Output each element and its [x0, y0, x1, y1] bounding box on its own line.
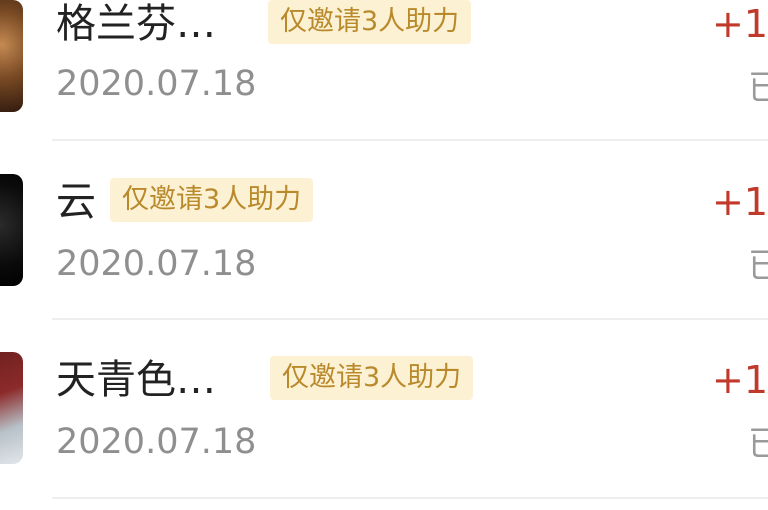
record-status: 已 — [748, 68, 768, 108]
list-item[interactable]: 天青色… 仅邀请3人助力 2020.07.18 +1 已 — [0, 352, 768, 510]
record-date: 2020.07.18 — [56, 422, 257, 462]
divider — [52, 139, 768, 141]
list-item[interactable]: 云 仅邀请3人助力 2020.07.18 +1 已 — [0, 174, 768, 356]
record-date: 2020.07.18 — [56, 244, 257, 284]
invitee-name: 格兰芬… — [56, 1, 216, 47]
invite-badge: 仅邀请3人助力 — [270, 356, 474, 400]
reward-amount: +1 — [712, 358, 768, 402]
invite-badge: 仅邀请3人助力 — [110, 178, 314, 222]
reward-amount: +1 — [712, 2, 768, 46]
invite-record-list: 格兰芬… 仅邀请3人助力 2020.07.18 +1 已 云 仅邀请3人助力 2… — [0, 0, 768, 510]
avatar — [0, 352, 23, 464]
reward-amount: +1 — [712, 180, 768, 224]
record-status: 已 — [748, 246, 768, 286]
list-item[interactable]: 格兰芬… 仅邀请3人助力 2020.07.18 +1 已 — [0, 0, 768, 178]
record-date: 2020.07.18 — [56, 64, 257, 104]
invitee-name: 云 — [56, 179, 96, 225]
avatar — [0, 0, 23, 112]
divider — [52, 318, 768, 320]
invitee-name: 天青色… — [56, 357, 216, 403]
divider — [52, 497, 768, 499]
record-status: 已 — [748, 424, 768, 464]
invite-badge: 仅邀请3人助力 — [268, 0, 472, 44]
avatar — [0, 174, 23, 286]
